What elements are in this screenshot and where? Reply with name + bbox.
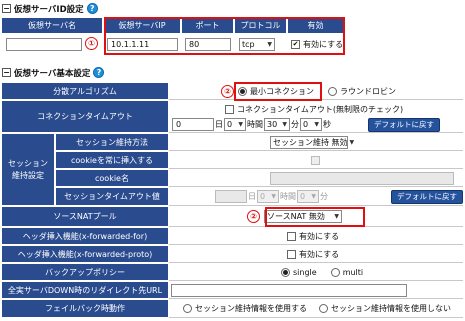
- conn-timeout-hours-value: 0: [227, 120, 233, 129]
- radio-backup-multi[interactable]: [330, 267, 340, 277]
- annotation-marker-2: ②: [221, 84, 234, 98]
- session-timeout-minutes-select[interactable]: 0 ▼: [297, 190, 319, 203]
- header-xfp-cell: 有効にする: [169, 246, 463, 263]
- unit-minute: 分: [291, 120, 299, 129]
- conn-timeout-days-input[interactable]: 0: [172, 118, 214, 131]
- conn-timeout-hours-select[interactable]: 0 ▼: [224, 118, 246, 131]
- source-nat-label: ソースNATプール: [2, 207, 169, 227]
- conn-timeout-check-cell: コネクションタイムアウト(無制限のチェック): [169, 101, 463, 117]
- col-header-name: 仮想サーバ名: [2, 18, 103, 34]
- radio-backup-multi-label: multi: [342, 267, 364, 277]
- failback-label: フェイルバック時動作: [2, 300, 169, 318]
- session-timeout-hours-value: 0: [260, 192, 266, 201]
- redirect-url-label: 全実サーバDOWN時のリダイレクト先URL: [2, 282, 169, 299]
- unit-hour: 時間: [247, 120, 263, 129]
- radio-failback-use-label: セッション維持情報を使用する: [195, 304, 307, 313]
- chevron-down-icon: ▼: [311, 193, 316, 200]
- session-method-label: セッション維持方法: [56, 134, 169, 151]
- radio-backup-single-label: single: [293, 267, 317, 277]
- highlight-box-3: [265, 207, 365, 227]
- unit-second: 秒: [323, 120, 331, 129]
- header-xff-cell: 有効にする: [169, 228, 463, 245]
- vip-name-input[interactable]: [6, 37, 82, 51]
- header-xfp-checkbox-label: 有効にする: [299, 249, 340, 259]
- conn-timeout-minutes-value: 30: [267, 120, 278, 129]
- header-xff-label: ヘッダ挿入機能(x-forwarded-for): [2, 228, 169, 245]
- unit-day: 日: [248, 192, 256, 201]
- dist-algo-label: 分散アルゴリズム: [2, 83, 169, 100]
- unit-hour: 時間: [280, 192, 296, 201]
- cookie-insert-cell: [169, 152, 463, 169]
- vip-section-title-text: 仮想サーバID設定: [14, 4, 84, 15]
- conn-timeout-seconds-select[interactable]: 0 ▼: [300, 118, 322, 131]
- conn-timeout-label: コネクションタイムアウト: [2, 101, 169, 133]
- header-xfp-label: ヘッダ挿入機能(x-forwarded-proto): [2, 246, 169, 263]
- collapse-icon[interactable]: −: [2, 4, 11, 13]
- radio-round-robin-label: ラウンドロビン: [340, 86, 396, 96]
- session-timeout-days-input[interactable]: [215, 190, 247, 203]
- help-icon[interactable]: ?: [93, 67, 105, 78]
- chevron-down-icon: ▼: [314, 121, 319, 128]
- radio-failback-not-use[interactable]: [319, 304, 328, 313]
- chevron-down-icon: ▼: [238, 121, 243, 128]
- header-xff-checkbox[interactable]: [287, 231, 296, 241]
- session-method-select[interactable]: セッション維持 無効 ▼: [270, 135, 354, 149]
- conn-timeout-unlimited-checkbox[interactable]: [225, 104, 234, 114]
- unit-minute: 分: [320, 192, 328, 201]
- failback-cell: セッション維持情報を使用する セッション維持情報を使用しない: [169, 300, 463, 318]
- help-icon[interactable]: ?: [86, 3, 98, 14]
- session-group-label: セッション 維持設定: [2, 134, 55, 206]
- session-timeout-label: セッションタイムアウト値: [56, 188, 169, 206]
- session-timeout-default-button[interactable]: デフォルトに戻す: [391, 189, 463, 204]
- chevron-down-icon: ▼: [271, 193, 276, 200]
- annotation-marker-1: ①: [85, 37, 98, 50]
- redirect-url-cell: [169, 282, 463, 299]
- conn-timeout-values-cell: 0 日 0 ▼ 時間 30 ▼ 分 0 ▼ 秒 デフォルトに戻す: [169, 117, 463, 133]
- radio-backup-single[interactable]: [281, 267, 290, 277]
- header-xff-checkbox-label: 有効にする: [299, 231, 340, 241]
- conn-timeout-seconds-value: 0: [303, 120, 309, 129]
- conn-timeout-unlimited-label: コネクションタイムアウト(無制限のチェック): [237, 104, 404, 114]
- radio-failback-use[interactable]: [183, 304, 192, 313]
- session-timeout-minutes-value: 0: [300, 192, 306, 201]
- cookie-name-cell: [169, 170, 463, 187]
- conn-timeout-default-button[interactable]: デフォルトに戻す: [368, 117, 440, 132]
- chevron-down-icon: ▼: [282, 121, 287, 128]
- conn-timeout-minutes-select[interactable]: 30 ▼: [264, 118, 290, 131]
- chevron-down-icon: ▼: [349, 138, 355, 146]
- header-xfp-checkbox[interactable]: [287, 249, 296, 259]
- session-timeout-hours-select[interactable]: 0 ▼: [257, 190, 279, 203]
- highlight-box-2: [234, 82, 322, 101]
- session-method-cell: セッション維持 無効 ▼: [169, 134, 463, 151]
- session-method-value: セッション維持 無効: [273, 137, 348, 147]
- vip-section-title: − 仮想サーバID設定 ?: [2, 2, 98, 15]
- radio-failback-not-use-label: セッション維持情報を使用しない: [331, 304, 451, 313]
- backup-policy-label: バックアップポリシー: [2, 264, 169, 281]
- collapse-icon[interactable]: −: [2, 68, 11, 77]
- basic-section-title: − 仮想サーバ基本設定 ?: [2, 66, 105, 79]
- cookie-insert-label: cookieを常に挿入する: [56, 152, 169, 169]
- session-timeout-cell: 日 0 ▼ 時間 0 ▼ 分 デフォルトに戻す: [169, 188, 463, 206]
- cookie-name-label: cookie名: [56, 170, 169, 187]
- annotation-marker-2b: ②: [247, 210, 260, 223]
- radio-round-robin[interactable]: [328, 86, 337, 96]
- highlight-box-1: [104, 17, 345, 55]
- cookie-name-input[interactable]: [270, 171, 454, 185]
- unit-day: 日: [215, 120, 223, 129]
- backup-policy-cell: single multi: [169, 264, 463, 281]
- basic-section-title-text: 仮想サーバ基本設定: [14, 68, 91, 79]
- redirect-url-input[interactable]: [171, 283, 407, 297]
- cookie-insert-checkbox[interactable]: [311, 155, 320, 165]
